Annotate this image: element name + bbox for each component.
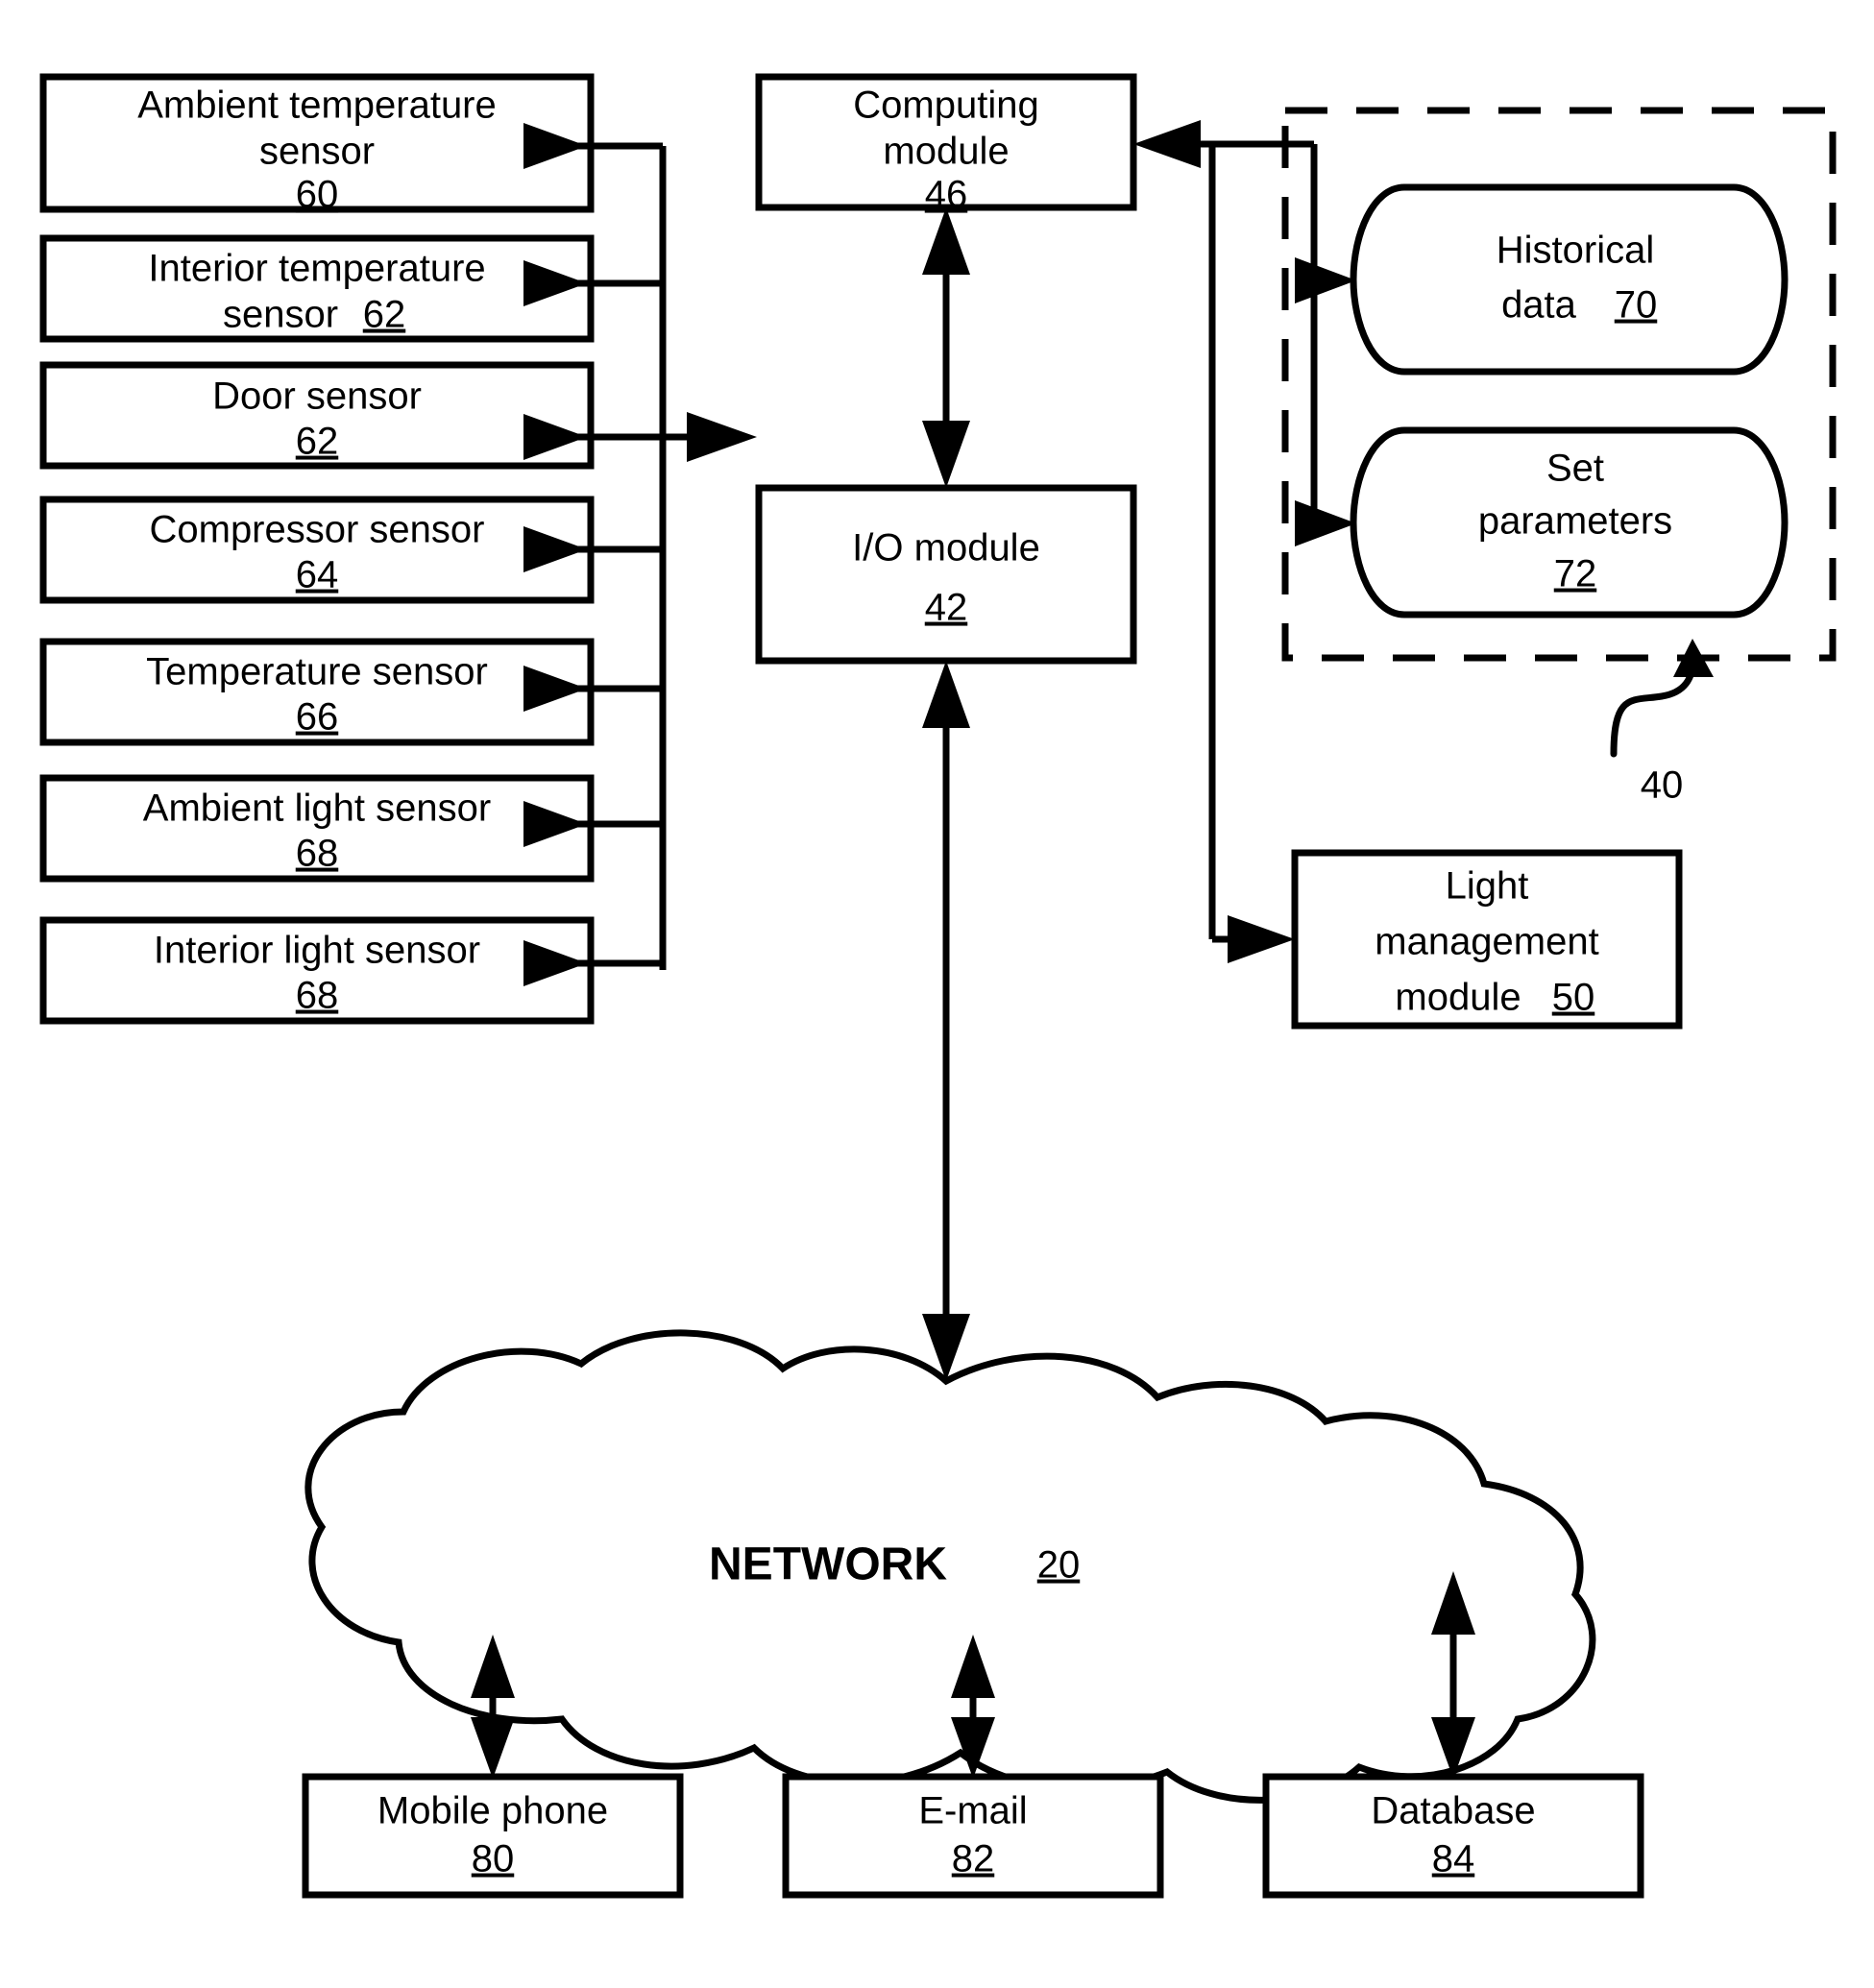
light-management-label-line3: module	[1395, 977, 1521, 1019]
computing-io-bidirectional-link	[922, 207, 970, 488]
arrowhead-down-to-io-module	[922, 421, 970, 488]
grouping-leader: 40	[1610, 639, 1714, 807]
computing-module-box[interactable]: Computing module 46	[755, 73, 1137, 216]
endpoint-ref-numeral: 84	[1432, 1838, 1475, 1880]
arrowhead-down-to-mobile-phone	[471, 1717, 515, 1779]
datastore-label-line1: Historical	[1497, 230, 1654, 272]
sensor-label-line2: sensor	[223, 294, 338, 336]
sensor-ref-numeral: 68	[296, 833, 339, 875]
sensor-label-line2: sensor	[259, 131, 375, 173]
arrowhead-to-historical-data-store	[1295, 257, 1356, 303]
sensor-label-line1: Temperature sensor	[146, 651, 488, 693]
sensor-ref-numeral: 60	[296, 174, 339, 216]
light-management-label-line1: Light	[1446, 865, 1529, 908]
patent-figure: Ambient temperature sensor 60 Interior t…	[0, 0, 1874, 1988]
sensor-box-ambient-temperature-sensor[interactable]: Ambient temperature sensor 60	[39, 73, 595, 216]
datastore-ref-numeral: 70	[1615, 284, 1658, 327]
endpoint-label: Mobile phone	[377, 1790, 608, 1832]
sensor-label-line1: Compressor sensor	[149, 509, 484, 551]
computing-module-label-line2: module	[883, 131, 1009, 173]
sensor-ref-numeral: 68	[296, 975, 339, 1017]
endpoint-box-mobile-phone[interactable]: Mobile phone 80	[302, 1773, 684, 1899]
arrowhead-bus-to-io-module	[687, 412, 757, 462]
arrowhead-up-to-io-module	[922, 661, 970, 728]
sensor-box-interior-temperature-sensor[interactable]: Interior temperature sensor 62	[39, 234, 595, 343]
io-module-ref-numeral: 42	[925, 587, 968, 629]
sensor-label-line1: Ambient temperature	[137, 85, 497, 127]
light-management-ref-numeral: 50	[1552, 977, 1595, 1019]
sensor-box-door-sensor[interactable]: Door sensor 62	[39, 361, 595, 470]
endpoint-label: E-mail	[918, 1790, 1027, 1832]
endpoint-box-database[interactable]: Database 84	[1262, 1773, 1644, 1899]
light-management-label-line2: management	[1375, 921, 1598, 963]
arrowhead-up-to-computing-module	[922, 207, 970, 275]
network-ref-numeral: 20	[1037, 1544, 1081, 1587]
sensor-box-compressor-sensor[interactable]: Compressor sensor 64	[39, 496, 595, 604]
arrowhead-to-set-parameters-store	[1295, 500, 1356, 546]
sensor-ref-numeral: 64	[296, 554, 339, 596]
io-network-bidirectional-link	[922, 661, 970, 1381]
io-module-box[interactable]: I/O module 42	[755, 484, 1137, 665]
sensor-label-line1: Ambient light sensor	[143, 788, 491, 830]
endpoint-ref-numeral: 82	[952, 1838, 995, 1880]
sensor-label-line1: Interior light sensor	[154, 930, 480, 972]
datastore-ref-numeral: 72	[1554, 553, 1597, 595]
sensor-ref-numeral: 62	[363, 294, 406, 336]
endpoint-ref-numeral: 80	[472, 1838, 515, 1880]
endpoint-label: Database	[1371, 1790, 1535, 1832]
sensor-ref-numeral: 66	[296, 696, 339, 739]
endpoint-box-email[interactable]: E-mail 82	[782, 1773, 1164, 1899]
sensor-label-line1: Door sensor	[212, 376, 422, 418]
sensor-ref-numeral: 62	[296, 421, 339, 463]
grouping-ref-numeral: 40	[1641, 764, 1684, 807]
computing-module-label-line1: Computing	[853, 85, 1038, 127]
sensor-column: Ambient temperature sensor 60 Interior t…	[39, 73, 595, 1025]
datastore-label-line1: Set	[1546, 448, 1604, 490]
light-management-module-box[interactable]: Light management module 50	[1291, 849, 1683, 1030]
sensor-label-line1: Interior temperature	[148, 248, 485, 290]
datastore-set-parameters[interactable]: Set parameters 72	[1350, 426, 1789, 618]
arrowhead-to-light-management-module	[1228, 915, 1295, 963]
network-label: NETWORK	[709, 1539, 947, 1590]
sensor-box-ambient-light-sensor[interactable]: Ambient light sensor 68	[39, 774, 595, 883]
datastore-label-line2: data	[1501, 284, 1577, 327]
sensor-box-temperature-sensor[interactable]: Temperature sensor 66	[39, 638, 595, 746]
right-side-wiring	[1133, 120, 1356, 963]
diagram-canvas: Ambient temperature sensor 60 Interior t…	[39, 73, 1837, 1899]
datastore-label-line2: parameters	[1478, 500, 1672, 543]
sensor-box-interior-light-sensor[interactable]: Interior light sensor 68	[39, 916, 595, 1025]
datastore-historical-data[interactable]: Historical data 70	[1350, 183, 1789, 376]
io-module-label-line1: I/O module	[852, 527, 1040, 570]
arrowhead-into-computing-module	[1133, 120, 1201, 168]
